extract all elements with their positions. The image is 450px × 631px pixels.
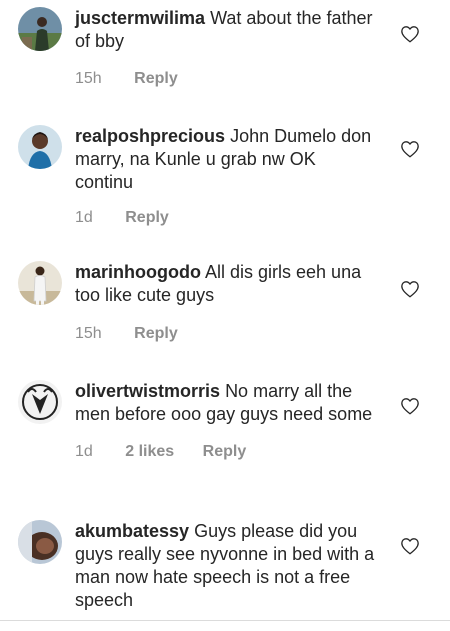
like-heart-icon[interactable] xyxy=(400,397,420,415)
comment-time: 15h xyxy=(75,325,102,342)
avatar-man-white-outfit-icon xyxy=(18,261,62,305)
comment-username[interactable]: akumbatessy xyxy=(75,521,189,541)
avatar-person-outdoor-icon xyxy=(18,7,62,51)
avatar[interactable] xyxy=(18,380,62,424)
avatar-goat-emblem-icon xyxy=(18,380,62,424)
comment-item: marinhoogodo All dis girls eeh una too l… xyxy=(0,245,450,360)
like-heart-icon[interactable] xyxy=(400,537,420,555)
comment-time: 15h xyxy=(75,70,102,87)
like-heart-icon[interactable] xyxy=(400,25,420,43)
comment-time: 1d xyxy=(75,443,93,460)
comment-meta: 15h Reply xyxy=(75,324,375,344)
likes-count[interactable]: 2 likes xyxy=(125,442,174,462)
comment-meta: 15h Reply xyxy=(75,69,375,89)
comment-username[interactable]: realposhprecious xyxy=(75,126,225,146)
bottom-divider xyxy=(0,620,450,621)
avatar[interactable] xyxy=(18,7,62,51)
avatar-woman-icon xyxy=(18,125,62,169)
reply-button[interactable]: Reply xyxy=(203,442,247,462)
comment-item: olivertwistmorris No marry all the men b… xyxy=(0,360,450,500)
reply-button[interactable]: Reply xyxy=(134,324,178,344)
reply-button[interactable]: Reply xyxy=(134,69,178,89)
comment-text: akumbatessy Guys please did you guys rea… xyxy=(75,520,375,612)
avatar-selfie-icon xyxy=(18,520,62,564)
comment-text: jusctermwilima Wat about the father of b… xyxy=(75,7,375,53)
comment-item: realposhprecious John Dumelo don marry, … xyxy=(0,110,450,245)
avatar[interactable] xyxy=(18,520,62,564)
comment-meta: 1d Reply xyxy=(75,208,375,228)
like-heart-icon[interactable] xyxy=(400,140,420,158)
comment-text: marinhoogodo All dis girls eeh una too l… xyxy=(75,261,375,307)
comment-item: jusctermwilima Wat about the father of b… xyxy=(0,0,450,110)
comment-username[interactable]: olivertwistmorris xyxy=(75,381,220,401)
like-heart-icon[interactable] xyxy=(400,280,420,298)
reply-button[interactable]: Reply xyxy=(125,208,169,228)
comment-time: 1d xyxy=(75,209,93,226)
comment-username[interactable]: jusctermwilima xyxy=(75,8,205,28)
avatar[interactable] xyxy=(18,125,62,169)
comment-text: realposhprecious John Dumelo don marry, … xyxy=(75,125,375,194)
comment-item: akumbatessy Guys please did you guys rea… xyxy=(0,500,450,620)
comment-username[interactable]: marinhoogodo xyxy=(75,262,201,282)
avatar[interactable] xyxy=(18,261,62,305)
comment-meta: 1d 2 likes Reply xyxy=(75,442,375,462)
comment-text: olivertwistmorris No marry all the men b… xyxy=(75,380,375,426)
